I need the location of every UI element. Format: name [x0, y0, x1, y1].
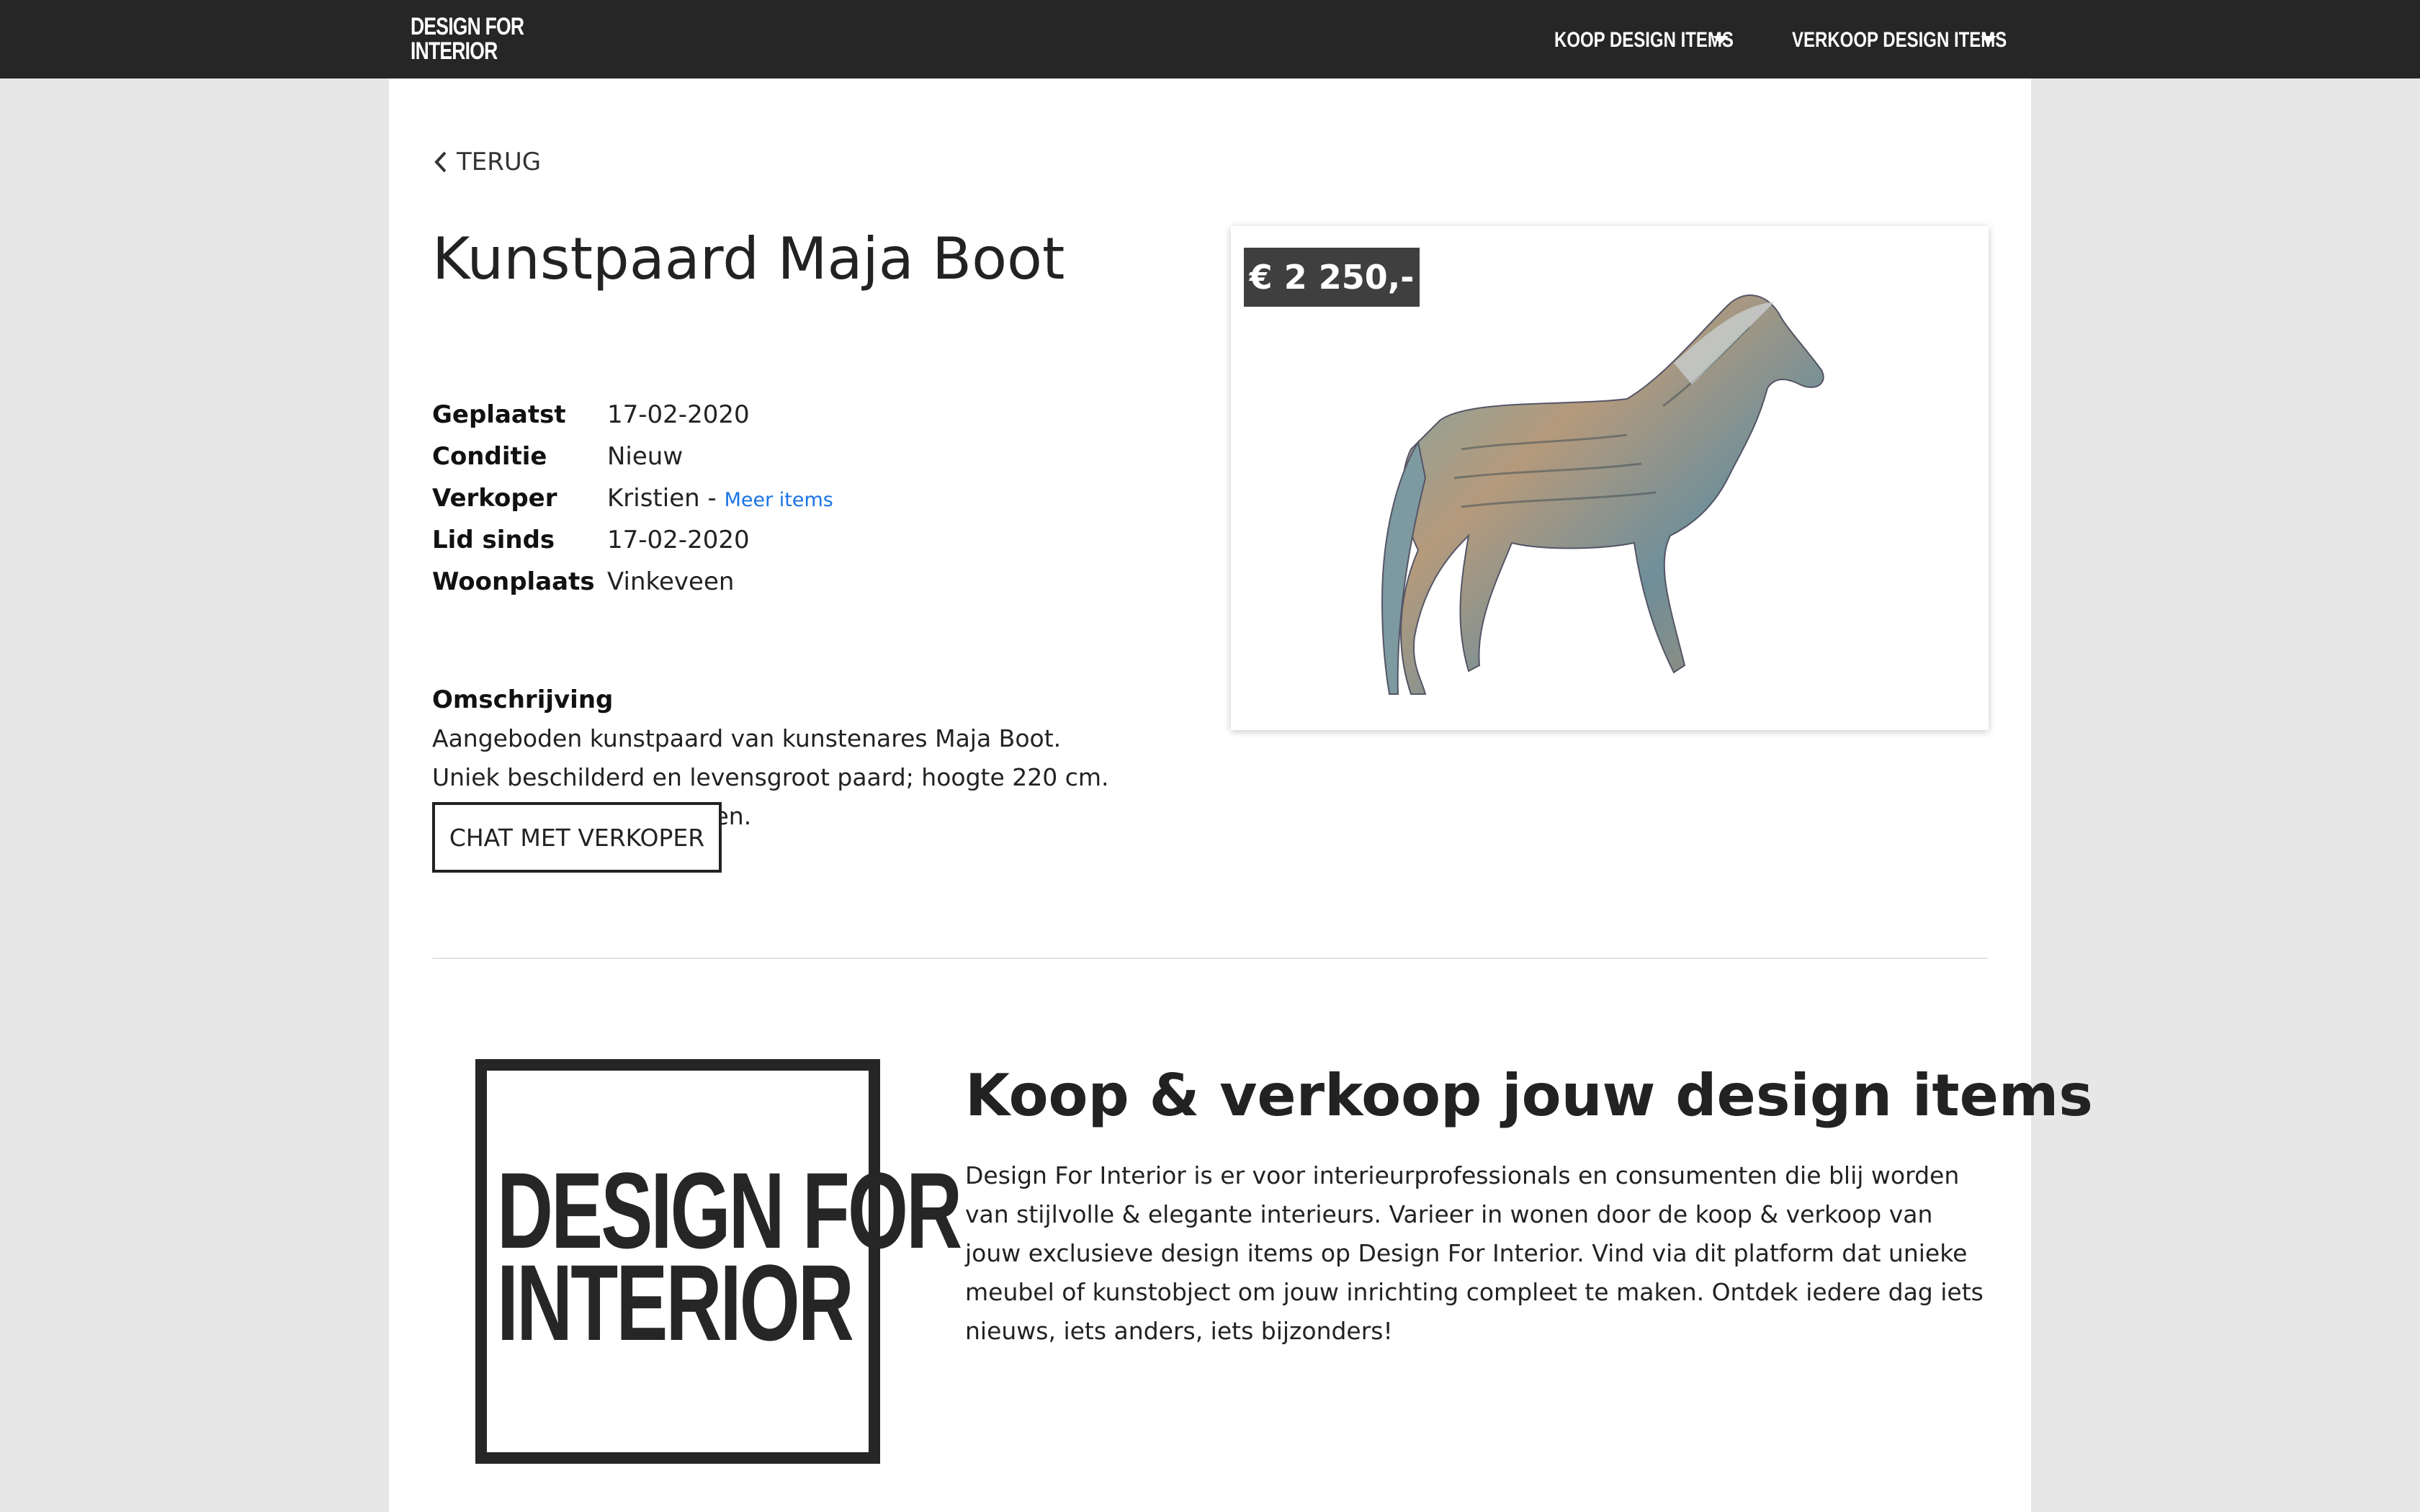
detail-value: Vinkeveen — [607, 567, 735, 596]
detail-value: 17-02-2020 — [607, 400, 750, 429]
detail-value: Nieuw — [607, 442, 684, 471]
design-for-interior-logo: DESIGN FOR INTERIOR — [475, 1059, 962, 1464]
navbar: DESIGN FOR INTERIOR KOOP DESIGN ITEMS VE… — [0, 0, 2420, 78]
description-title: Omschrijving — [432, 685, 614, 714]
chat-met-verkoper-button[interactable]: CHAT MET VERKOPER — [432, 802, 722, 873]
detail-row-conditie: Conditie Nieuw — [432, 436, 833, 477]
brand-logo[interactable]: DESIGN FOR INTERIOR — [411, 14, 524, 63]
product-details: Geplaatst 17-02-2020 Conditie Nieuw Verkop… — [432, 394, 833, 603]
product-title: Kunstpaard Maja Boot — [432, 225, 1065, 292]
detail-value: Kristien - — [607, 484, 717, 513]
caret-down-icon — [1981, 36, 1996, 44]
back-label: TERUG — [457, 148, 542, 176]
detail-key: Geplaatst — [432, 400, 566, 429]
detail-value: 17-02-2020 — [607, 526, 750, 554]
main-panel: TERUG Kunstpaard Maja Boot Geplaatst 17-0… — [389, 78, 2093, 1512]
about-title: Koop & verkoop jouw design items — [965, 1062, 2093, 1129]
detail-row-lid-sinds: Lid sinds 17-02-2020 — [432, 519, 833, 561]
detail-row-geplaatst: Geplaatst 17-02-2020 — [432, 394, 833, 436]
logo-text: DESIGN FOR INTERIOR — [497, 1156, 962, 1356]
back-link[interactable]: TERUG — [432, 140, 541, 184]
detail-row-verkoper: Verkoper Kristien - Meer items — [432, 477, 833, 519]
description-line: Aangeboden kunstpaard van kunstenares Ma… — [432, 724, 1062, 752]
horse-image — [1381, 294, 1824, 695]
caret-down-icon — [1713, 36, 1729, 44]
price-badge: € 2 250,- — [1244, 248, 1420, 307]
section-divider — [432, 958, 1988, 959]
nav-koop-design-items[interactable]: KOOP DESIGN ITEMS — [1554, 26, 1778, 55]
nav-verkoop-label: VERKOOP DESIGN ITEMS — [1792, 28, 2007, 52]
nav-verkoop-design-items[interactable]: VERKOOP DESIGN ITEMS — [1792, 26, 2061, 55]
meer-items-link[interactable]: Meer items — [725, 489, 833, 511]
description-line: Uniek beschilderd en levensgroot paard; … — [432, 763, 1109, 791]
detail-row-woonplaats: Woonplaats Vinkeveen — [432, 561, 833, 603]
detail-key: Woonplaats — [432, 567, 595, 596]
brand-line-2: INTERIOR — [411, 37, 498, 65]
detail-key: Verkoper — [432, 484, 557, 513]
detail-key: Conditie — [432, 442, 547, 471]
brand-line-1: DESIGN FOR — [411, 13, 524, 40]
chevron-left-icon — [434, 151, 447, 173]
nav-koop-label: KOOP DESIGN ITEMS — [1554, 28, 1734, 52]
detail-key: Lid sinds — [432, 526, 555, 554]
about-text: Design For Interior is er voor interieur… — [965, 1161, 1984, 1345]
